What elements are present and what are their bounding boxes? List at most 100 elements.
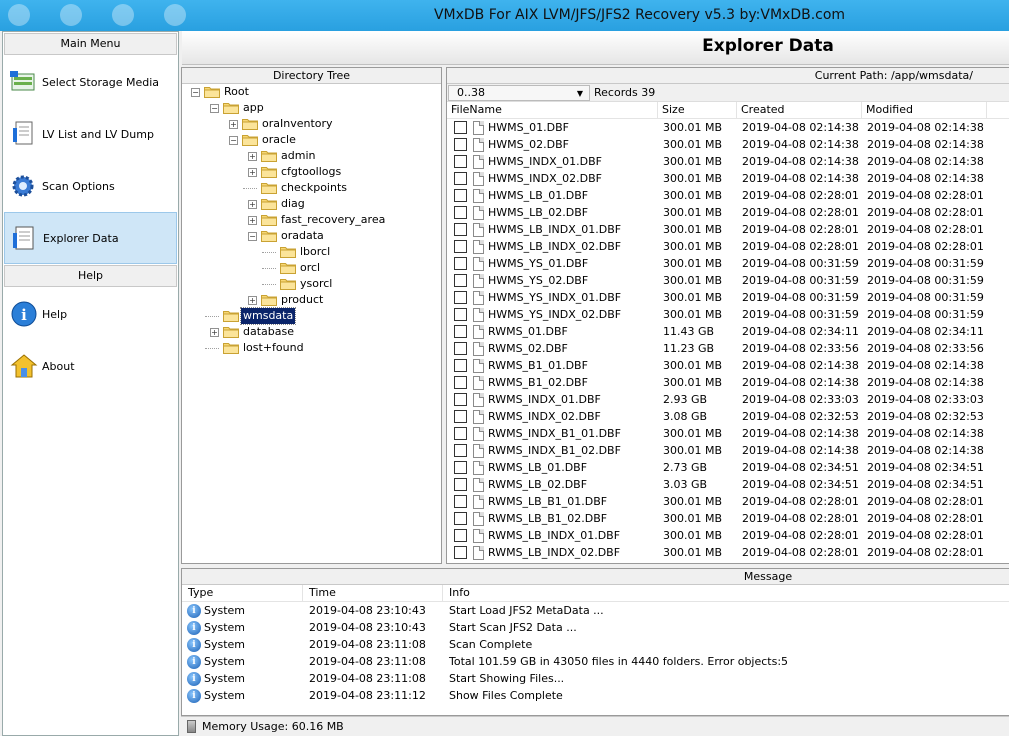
collapse-icon[interactable]: −: [229, 136, 238, 145]
tree-node[interactable]: + cfgtoollogs: [182, 164, 441, 180]
file-row[interactable]: RWMS_INDX_01.DBF 2.93 GB 2019-04-08 02:33:…: [447, 391, 1009, 408]
file-row[interactable]: RWMS_INDX_B1_01.DBF 300.01 MB 2019-04-08 0…: [447, 425, 1009, 442]
tree-node[interactable]: − oradata: [182, 228, 441, 244]
file-row[interactable]: HWMS_YS_INDX_01.DBF 300.01 MB 2019-04-08 0…: [447, 289, 1009, 306]
file-row[interactable]: HWMS_LB_INDX_02.DBF 300.01 MB 2019-04-08 0…: [447, 238, 1009, 255]
message-row[interactable]: i System 2019-04-08 23:11:08 Total 101.59 G…: [182, 653, 1009, 670]
file-checkbox[interactable]: [454, 359, 467, 372]
tree-node[interactable]: + database: [182, 324, 441, 340]
tree-node[interactable]: orcl: [182, 260, 441, 276]
tree-node[interactable]: + product: [182, 292, 441, 308]
tree-node[interactable]: − Root: [182, 84, 441, 100]
file-checkbox[interactable]: [454, 240, 467, 253]
file-checkbox[interactable]: [454, 495, 467, 508]
file-row[interactable]: HWMS_LB_02.DBF 300.01 MB 2019-04-08 02:28:…: [447, 204, 1009, 221]
file-row[interactable]: HWMS_01.DBF 300.01 MB 2019-04-08 02:14:38 2…: [447, 119, 1009, 136]
column-header-filename[interactable]: FileName: [447, 102, 658, 118]
file-checkbox[interactable]: [454, 376, 467, 389]
file-checkbox[interactable]: [454, 325, 467, 338]
column-header-info[interactable]: Info: [443, 585, 1008, 601]
file-row[interactable]: RWMS_LB_B1_01.DBF 300.01 MB 2019-04-08 02:…: [447, 493, 1009, 510]
menu-item-about[interactable]: About: [4, 340, 177, 392]
file-checkbox[interactable]: [454, 291, 467, 304]
range-select[interactable]: 0..38 ▼: [448, 84, 590, 101]
file-row[interactable]: HWMS_LB_01.DBF 300.01 MB 2019-04-08 02:28:…: [447, 187, 1009, 204]
file-row[interactable]: HWMS_YS_INDX_02.DBF 300.01 MB 2019-04-08 0…: [447, 306, 1009, 323]
tree-node[interactable]: + fast_recovery_area: [182, 212, 441, 228]
file-checkbox[interactable]: [454, 172, 467, 185]
message-row[interactable]: i System 2019-04-08 23:11:08 Scan Complete: [182, 636, 1009, 653]
expand-icon[interactable]: +: [248, 296, 257, 305]
tree-node[interactable]: wmsdata: [182, 307, 441, 325]
file-checkbox[interactable]: [454, 223, 467, 236]
column-header-size[interactable]: Size: [658, 102, 737, 118]
message-row[interactable]: i System 2019-04-08 23:10:43 Start Load JFS…: [182, 602, 1009, 619]
file-checkbox[interactable]: [454, 427, 467, 440]
column-header-type[interactable]: Type: [182, 585, 303, 601]
menu-item-lv-list[interactable]: LV List and LV Dump: [4, 108, 177, 160]
file-row[interactable]: RWMS_LB_B1_02.DBF 300.01 MB 2019-04-08 02:…: [447, 510, 1009, 527]
file-checkbox[interactable]: [454, 342, 467, 355]
file-checkbox[interactable]: [454, 410, 467, 423]
menu-item-help[interactable]: i Help: [4, 288, 177, 340]
file-row[interactable]: HWMS_02.DBF 300.01 MB 2019-04-08 02:14:38 2…: [447, 136, 1009, 153]
tree-node[interactable]: lborcl: [182, 244, 441, 260]
expand-icon[interactable]: +: [248, 200, 257, 209]
file-checkbox[interactable]: [454, 206, 467, 219]
file-row[interactable]: RWMS_02.DBF 11.23 GB 2019-04-08 02:33:56 20…: [447, 340, 1009, 357]
file-row[interactable]: RWMS_LB_02.DBF 3.03 GB 2019-04-08 02:34:51…: [447, 476, 1009, 493]
file-checkbox[interactable]: [454, 138, 467, 151]
expand-icon[interactable]: +: [248, 168, 257, 177]
message-row[interactable]: i System 2019-04-08 23:11:12 Show Files Com…: [182, 687, 1009, 704]
expand-icon[interactable]: +: [229, 120, 238, 129]
file-row[interactable]: RWMS_LB_01.DBF 2.73 GB 2019-04-08 02:34:51…: [447, 459, 1009, 476]
file-row[interactable]: HWMS_YS_01.DBF 300.01 MB 2019-04-08 00:31:…: [447, 255, 1009, 272]
file-row[interactable]: HWMS_INDX_02.DBF 300.01 MB 2019-04-08 02:1…: [447, 170, 1009, 187]
tree-node[interactable]: ysorcl: [182, 276, 441, 292]
file-row[interactable]: RWMS_LB_INDX_01.DBF 300.01 MB 2019-04-08 0…: [447, 527, 1009, 544]
file-checkbox[interactable]: [454, 257, 467, 270]
file-row[interactable]: RWMS_LB_INDX_02.DBF 300.01 MB 2019-04-08 0…: [447, 544, 1009, 561]
tree-node[interactable]: lost+found: [182, 340, 441, 356]
file-checkbox[interactable]: [454, 393, 467, 406]
file-checkbox[interactable]: [454, 121, 467, 134]
column-header-time[interactable]: Time: [303, 585, 443, 601]
file-checkbox[interactable]: [454, 512, 467, 525]
file-checkbox[interactable]: [454, 546, 467, 559]
tree-node[interactable]: − app: [182, 100, 441, 116]
file-checkbox[interactable]: [454, 461, 467, 474]
tree-node[interactable]: + oraInventory: [182, 116, 441, 132]
collapse-icon[interactable]: −: [210, 104, 219, 113]
tree-node[interactable]: + diag: [182, 196, 441, 212]
message-row[interactable]: i System 2019-04-08 23:10:43 Start Scan JFS…: [182, 619, 1009, 636]
tree-node[interactable]: checkpoints: [182, 180, 441, 196]
menu-item-select-storage-media[interactable]: Select Storage Media: [4, 56, 177, 108]
file-checkbox[interactable]: [454, 308, 467, 321]
file-checkbox[interactable]: [454, 478, 467, 491]
file-row[interactable]: RWMS_01.DBF 11.43 GB 2019-04-08 02:34:11 20…: [447, 323, 1009, 340]
column-header-modified[interactable]: Modified: [862, 102, 987, 118]
file-row[interactable]: HWMS_INDX_01.DBF 300.01 MB 2019-04-08 02:1…: [447, 153, 1009, 170]
file-checkbox[interactable]: [454, 274, 467, 287]
file-row[interactable]: RWMS_B1_02.DBF 300.01 MB 2019-04-08 02:14:…: [447, 374, 1009, 391]
file-checkbox[interactable]: [454, 444, 467, 457]
expand-icon[interactable]: +: [248, 152, 257, 161]
expand-icon[interactable]: +: [210, 328, 219, 337]
file-row[interactable]: HWMS_YS_02.DBF 300.01 MB 2019-04-08 00:31:…: [447, 272, 1009, 289]
file-checkbox[interactable]: [454, 155, 467, 168]
file-row[interactable]: RWMS_INDX_02.DBF 3.08 GB 2019-04-08 02:32:…: [447, 408, 1009, 425]
message-row[interactable]: i System 2019-04-08 23:11:08 Start Showing …: [182, 670, 1009, 687]
collapse-icon[interactable]: −: [248, 232, 257, 241]
collapse-icon[interactable]: −: [191, 88, 200, 97]
tree-node[interactable]: − oracle: [182, 132, 441, 148]
file-row[interactable]: HWMS_LB_INDX_01.DBF 300.01 MB 2019-04-08 0…: [447, 221, 1009, 238]
tree-node[interactable]: + admin: [182, 148, 441, 164]
file-row[interactable]: RWMS_INDX_B1_02.DBF 300.01 MB 2019-04-08 0…: [447, 442, 1009, 459]
menu-item-explorer-data[interactable]: Explorer Data: [4, 212, 177, 264]
expand-icon[interactable]: +: [248, 216, 257, 225]
column-header-created[interactable]: Created: [737, 102, 862, 118]
file-row[interactable]: RWMS_B1_01.DBF 300.01 MB 2019-04-08 02:14:…: [447, 357, 1009, 374]
file-checkbox[interactable]: [454, 189, 467, 202]
menu-item-scan-options[interactable]: Scan Options: [4, 160, 177, 212]
file-checkbox[interactable]: [454, 529, 467, 542]
